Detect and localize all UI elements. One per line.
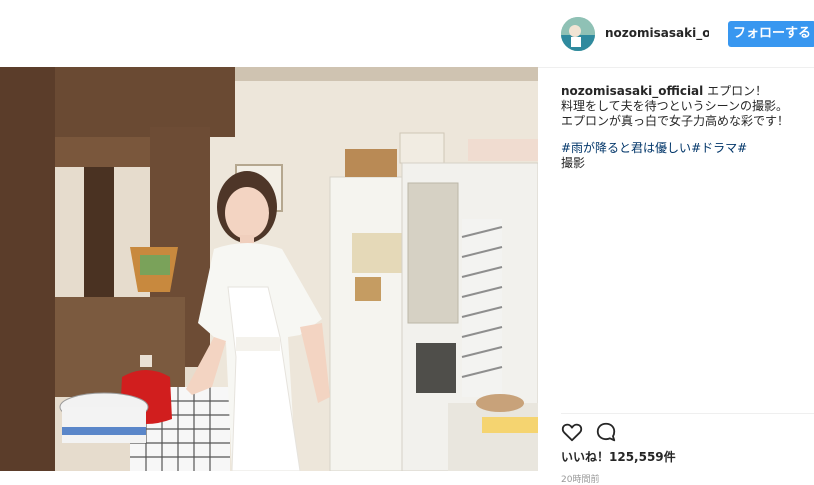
like-count[interactable]: いいね！125,559件 xyxy=(561,448,676,465)
kitchen-photo-image xyxy=(0,67,538,471)
caption-line-5: 撮影 xyxy=(561,156,586,170)
comment-icon xyxy=(596,422,616,442)
hashtag-link-2[interactable]: #ドラマ xyxy=(691,141,737,155)
caption-line-2: 料理をして夫を待つというシーンの撮影。 xyxy=(561,99,789,113)
heart-icon xyxy=(561,423,583,442)
header-username[interactable]: nozomisasaki_offici xyxy=(605,26,709,40)
follow-button[interactable]: フォローする xyxy=(728,21,814,47)
actions-divider xyxy=(561,413,814,414)
caption-text-1: エプロン！ xyxy=(707,84,768,98)
hashtag-link-3[interactable]: # xyxy=(737,141,747,155)
like-button[interactable] xyxy=(561,421,583,443)
post-timestamp[interactable]: 20時間前 xyxy=(561,472,599,485)
hashtag-link-1[interactable]: #雨が降ると君は優しい xyxy=(561,141,691,155)
caption-hashtags: #雨が降ると君は優しい#ドラマ# xyxy=(561,141,811,156)
post-header: nozomisasaki_offici フォローする xyxy=(538,0,814,67)
caption-line-1: nozomisasaki_official エプロン！ xyxy=(561,84,811,99)
caption-username[interactable]: nozomisasaki_official xyxy=(561,84,703,98)
post-caption: nozomisasaki_official エプロン！ 料理をして夫を待つという… xyxy=(561,84,811,171)
header-divider xyxy=(538,67,814,68)
post-photo[interactable] xyxy=(0,67,538,471)
comment-button[interactable] xyxy=(595,421,617,443)
avatar[interactable] xyxy=(561,17,595,51)
caption-line-3: エプロンが真っ白で女子力高めな彩です！ xyxy=(561,114,790,128)
